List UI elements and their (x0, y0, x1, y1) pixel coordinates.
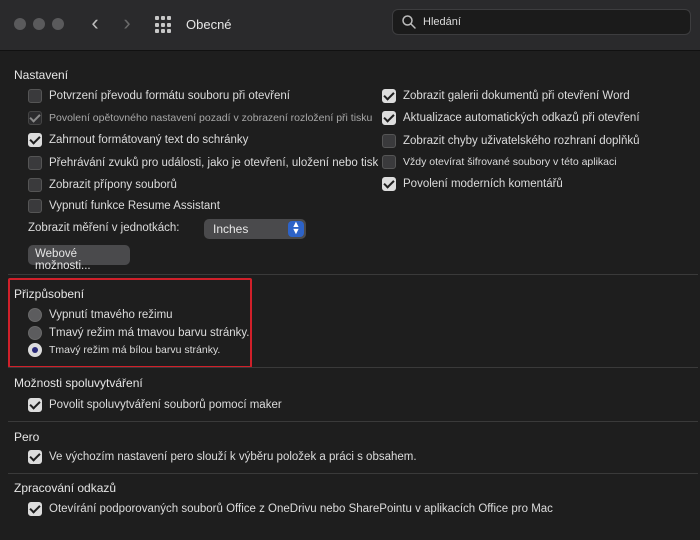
checkbox-item[interactable]: Vždy otevírat šifrované soubory v této a… (382, 154, 617, 170)
checkbox-label: Ve výchozím nastavení pero slouží k výbě… (49, 451, 417, 463)
checkbox[interactable] (28, 502, 42, 516)
checkbox[interactable] (28, 178, 42, 192)
checkbox-label: Vypnutí funkce Resume Assistant (49, 200, 220, 212)
close-window-button[interactable] (14, 18, 26, 30)
units-select-value: Inches (213, 222, 249, 236)
checkbox[interactable] (28, 450, 42, 464)
checkbox[interactable] (382, 111, 396, 125)
checkbox-item[interactable]: Přehrávání zvuků pro události, jako je o… (28, 155, 378, 171)
checkbox[interactable] (28, 199, 42, 213)
checkbox[interactable] (382, 89, 396, 103)
checkbox-label: Povolení moderních komentářů (403, 178, 563, 190)
checkbox-label: Povolit spoluvytváření souborů pomocí ma… (49, 399, 282, 411)
zoom-window-button[interactable] (52, 18, 64, 30)
section-title-odkazy: Zpracování odkazů (14, 481, 117, 495)
radio-button-selected[interactable] (28, 343, 42, 357)
checkbox-item[interactable]: Potvrzení převodu formátu souboru při ot… (28, 88, 290, 104)
radio-label: Tmavý režim má bílou barvu stránky. (49, 344, 221, 356)
radio-item[interactable]: Tmavý režim má bílou barvu stránky. (28, 342, 220, 358)
web-options-button[interactable]: Webové možnosti... (28, 245, 130, 272)
checkbox-item[interactable]: Povolit spoluvytváření souborů pomocí ma… (28, 397, 282, 413)
checkbox[interactable] (28, 89, 42, 103)
checkbox-item[interactable]: Aktualizace automatických odkazů při ote… (382, 110, 640, 126)
chevron-up-down-icon: ▲ ▼ (288, 220, 304, 237)
checkbox-label: Vždy otevírat šifrované soubory v této a… (403, 156, 617, 168)
checkbox-item[interactable]: Povolení opětovného nastavení pozadí v z… (28, 110, 372, 126)
section-title-prizpusobeni: Přizpůsobení (14, 287, 85, 301)
checkbox-item[interactable]: Vypnutí funkce Resume Assistant (28, 198, 220, 214)
title-bar: ‹ › Obecné (0, 0, 700, 51)
checkbox[interactable] (28, 156, 42, 170)
back-chevron-icon[interactable]: ‹ (85, 12, 105, 36)
section-title-pero: Pero (14, 430, 40, 444)
checkbox-label: Aktualizace automatických odkazů při ote… (403, 112, 640, 124)
units-label: Zobrazit měření v jednotkách: (28, 222, 180, 234)
checkbox-item[interactable]: Ve výchozím nastavení pero slouží k výbě… (28, 449, 417, 465)
radio-label: Tmavý režim má tmavou barvu stránky. (49, 327, 250, 339)
checkbox-item[interactable]: Povolení moderních komentářů (382, 176, 563, 192)
checkbox-item[interactable]: Zobrazit chyby uživatelského rozhraní do… (382, 133, 640, 149)
grid-icon[interactable] (155, 16, 173, 34)
search-input[interactable] (421, 12, 685, 32)
checkbox-label: Otevírání podporovaných souborů Office z… (49, 503, 553, 515)
section-divider (8, 274, 698, 275)
section-title-nastaveni: Nastavení (14, 68, 69, 82)
window-title: Obecné (186, 17, 232, 32)
checkbox[interactable] (382, 177, 396, 191)
section-divider (8, 421, 698, 422)
radio-button[interactable] (28, 326, 42, 340)
checkbox-label: Přehrávání zvuků pro události, jako je o… (49, 157, 379, 169)
search-box[interactable] (392, 9, 691, 35)
checkbox-item[interactable]: Zobrazit galerii dokumentů při otevření … (382, 88, 630, 104)
section-title-spoluvytvareni: Možnosti spoluvytváření (14, 376, 143, 390)
checkbox-label: Zobrazit přípony souborů (49, 179, 177, 191)
checkbox-label: Zahrnout formátovaný text do schránky (49, 134, 249, 146)
checkbox[interactable] (382, 155, 396, 169)
radio-item[interactable]: Vypnutí tmavého režimu (28, 307, 173, 323)
search-icon (402, 15, 416, 29)
checkbox[interactable] (28, 111, 42, 125)
checkbox[interactable] (28, 133, 42, 147)
checkbox-label: Zobrazit galerii dokumentů při otevření … (403, 90, 630, 102)
checkbox-item[interactable]: Zahrnout formátovaný text do schránky (28, 132, 248, 148)
checkbox-item[interactable]: Zobrazit přípony souborů (28, 177, 177, 193)
checkbox[interactable] (28, 398, 42, 412)
checkbox[interactable] (382, 134, 396, 148)
radio-item[interactable]: Tmavý režim má tmavou barvu stránky. (28, 325, 249, 341)
checkbox-label: Potvrzení převodu formátu souboru při ot… (49, 90, 290, 102)
minimize-window-button[interactable] (33, 18, 45, 30)
checkbox-label: Zobrazit chyby uživatelského rozhraní do… (403, 135, 640, 147)
web-options-button-label: Webové možnosti... (35, 248, 91, 272)
checkbox-item[interactable]: Otevírání podporovaných souborů Office z… (28, 501, 553, 517)
section-divider (8, 367, 698, 368)
section-divider (8, 473, 698, 474)
radio-label: Vypnutí tmavého režimu (49, 309, 173, 321)
radio-button[interactable] (28, 308, 42, 322)
forward-chevron-icon[interactable]: › (117, 12, 137, 36)
units-select[interactable]: Inches ▲ ▼ (204, 219, 306, 239)
checkbox-label: Povolení opětovného nastavení pozadí v z… (49, 112, 373, 124)
